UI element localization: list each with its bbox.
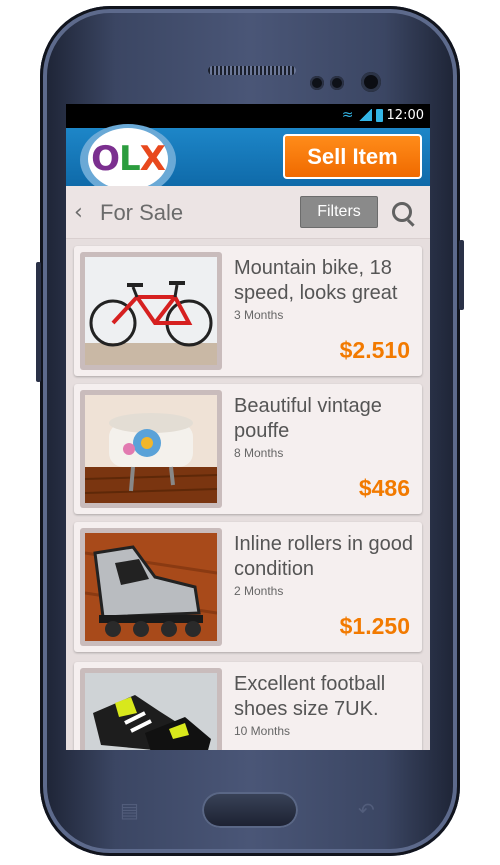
volume-button[interactable] <box>36 262 41 382</box>
rollers-image <box>85 533 217 641</box>
listing-price: $486 <box>358 475 410 501</box>
status-time: 12:00 <box>386 107 424 123</box>
listing-title[interactable]: Excellent football shoes size 7UK. <box>234 672 420 722</box>
bicycle-image <box>85 257 217 365</box>
app-header: OLX Sell Item <box>66 124 430 196</box>
listing-age: 3 Months <box>234 308 284 322</box>
olx-logo[interactable]: OLX <box>88 128 168 190</box>
football-shoes-image <box>85 673 217 750</box>
sell-item-button[interactable]: Sell Item <box>283 134 422 179</box>
category-bar: ‹ For Sale Filters <box>66 186 430 239</box>
light-sensor <box>330 76 344 90</box>
list-item[interactable]: Beautiful vintage pouffe 8 Months $486 <box>74 384 422 514</box>
battery-icon <box>375 108 383 122</box>
power-button[interactable] <box>459 240 464 310</box>
list-item[interactable]: Inline rollers in good condition 2 Month… <box>74 522 422 652</box>
listing-age: 8 Months <box>234 446 284 460</box>
menu-key-icon[interactable]: ▤ <box>120 798 139 822</box>
front-camera <box>361 72 381 92</box>
thumbnail-frame <box>80 390 222 508</box>
listing-price: $1.250 <box>339 613 410 639</box>
thumbnail-frame <box>80 668 222 750</box>
search-icon[interactable] <box>392 202 412 222</box>
list-item[interactable]: Excellent football shoes size 7UK. 10 Mo… <box>74 662 422 750</box>
listing-title[interactable]: Mountain bike, 18 speed, looks great <box>234 256 420 306</box>
signal-icon <box>357 109 372 121</box>
thumbnail-frame <box>80 252 222 370</box>
earpiece-speaker <box>208 66 296 75</box>
filters-button[interactable]: Filters <box>300 196 378 228</box>
page-title: For Sale <box>100 200 184 225</box>
listing-age: 10 Months <box>234 724 291 738</box>
thumbnail-frame <box>80 528 222 646</box>
wifi-icon: ≈ <box>341 107 354 123</box>
list-item[interactable]: Mountain bike, 18 speed, looks great 3 M… <box>74 246 422 376</box>
listing-age: 2 Months <box>234 584 284 598</box>
listing-title[interactable]: Beautiful vintage pouffe <box>234 394 420 444</box>
app-screen: ≈ 12:00 OLX Sell Item ‹ For Sale Filters <box>66 104 430 750</box>
back-key-icon[interactable]: ↶ <box>358 798 375 822</box>
listing-price: $2.510 <box>339 337 410 363</box>
proximity-sensor <box>310 76 324 90</box>
chevron-left-icon[interactable]: ‹ <box>74 200 83 225</box>
listing-title[interactable]: Inline rollers in good condition <box>234 532 420 582</box>
pouffe-image <box>85 395 217 503</box>
home-button[interactable] <box>202 792 298 828</box>
